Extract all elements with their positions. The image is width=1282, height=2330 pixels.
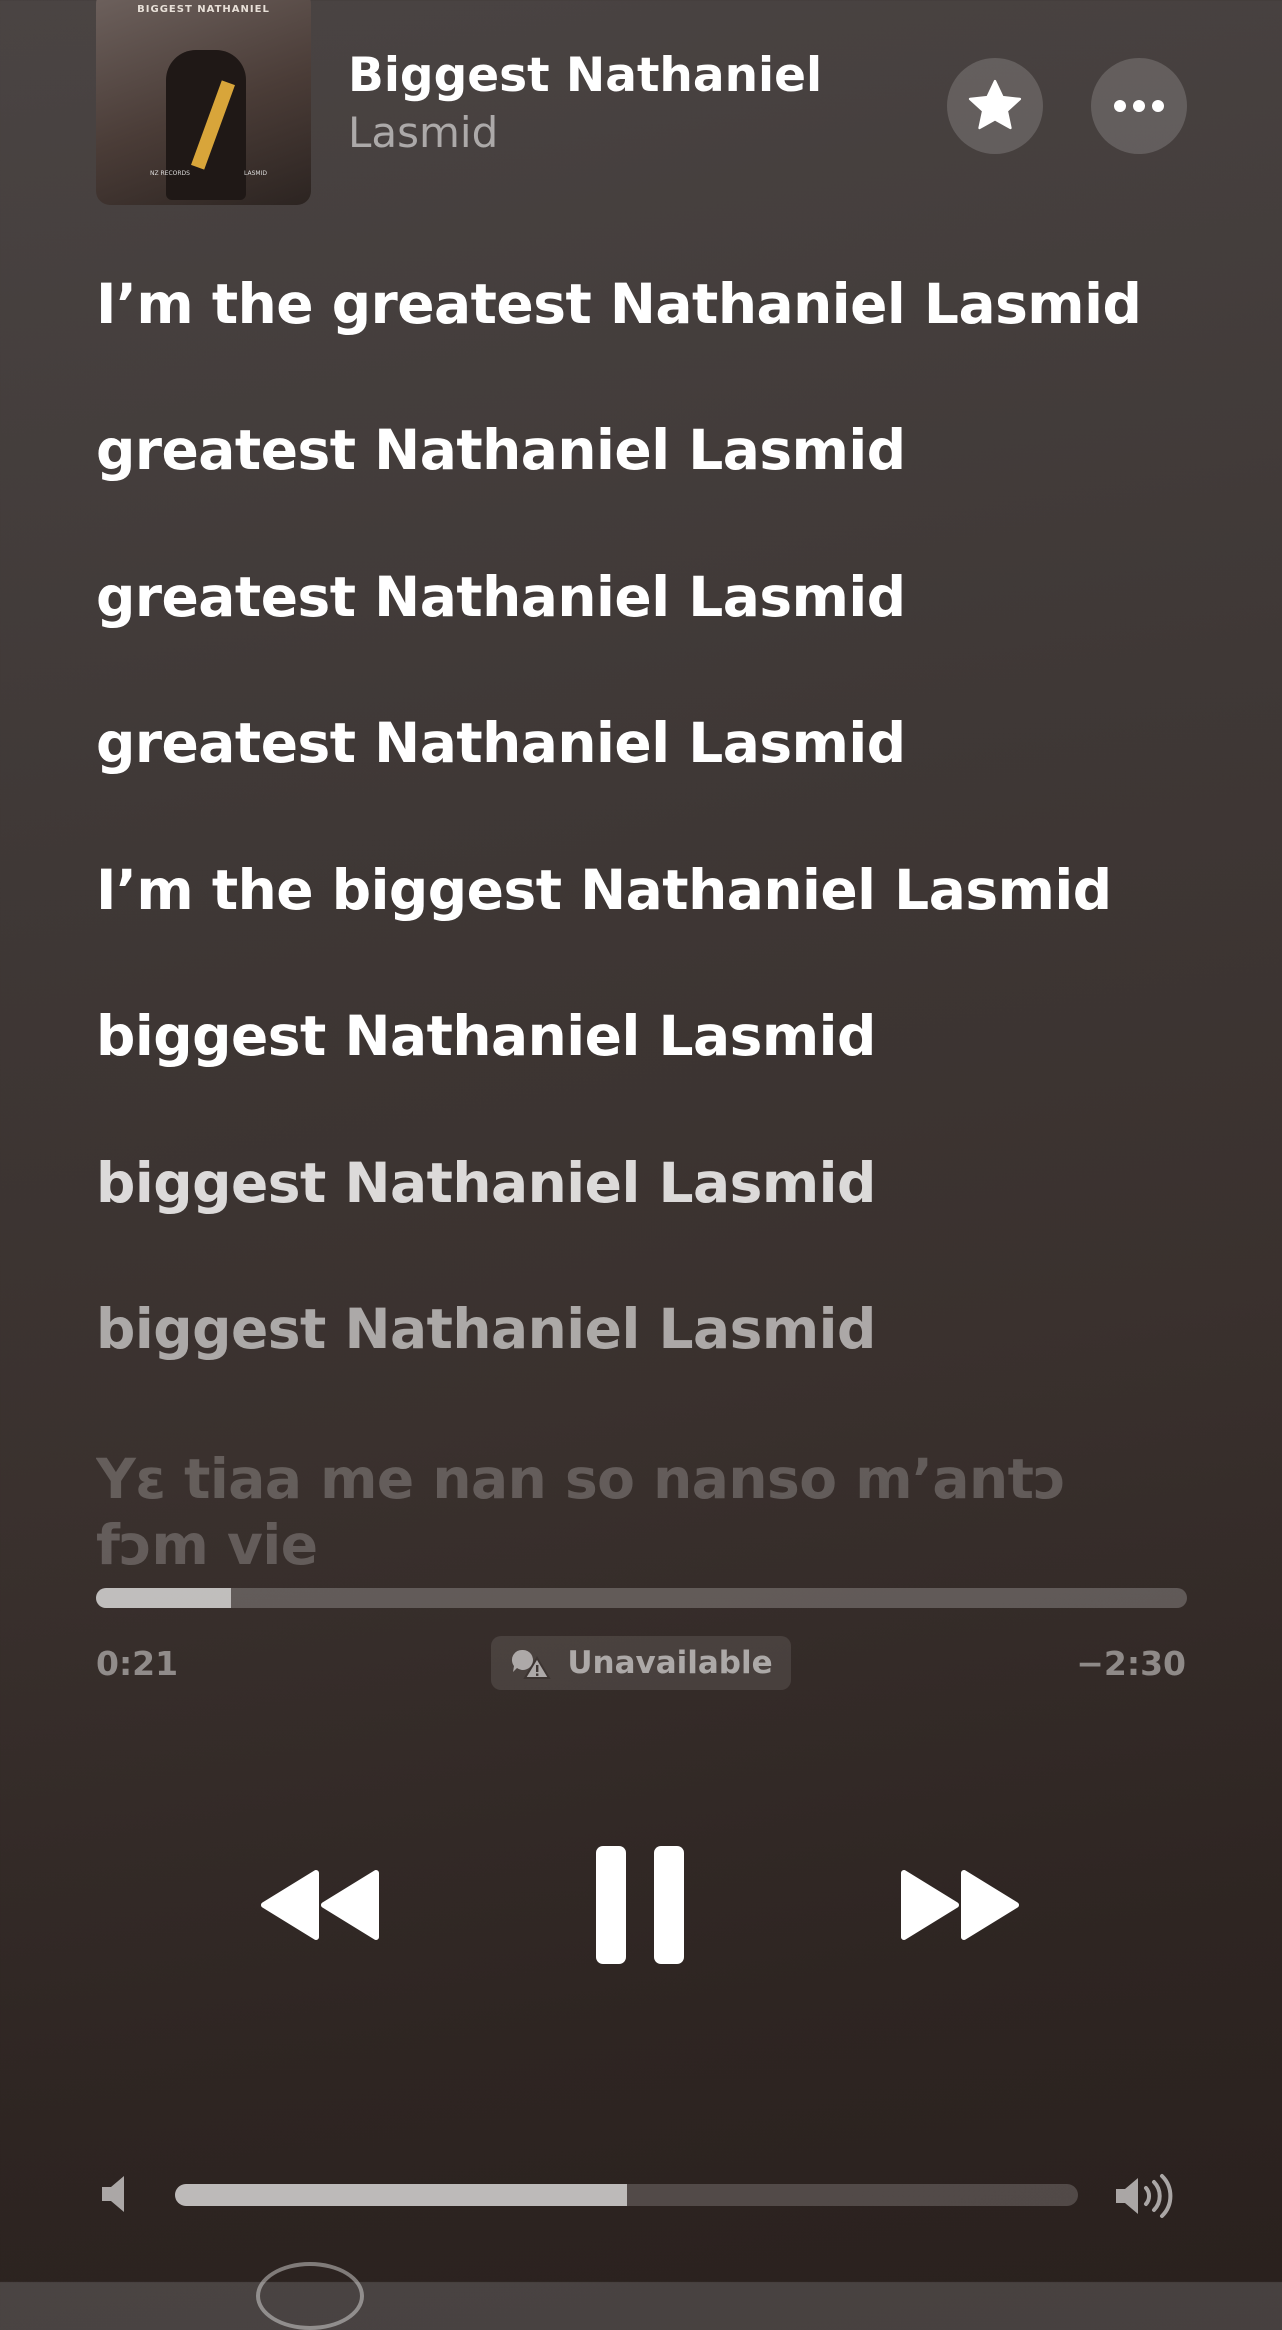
- artist-name[interactable]: Lasmid: [348, 108, 498, 157]
- playback-scrubber[interactable]: [96, 1588, 1187, 1608]
- lyric-line[interactable]: greatest Nathaniel Lasmid: [96, 418, 906, 482]
- song-title[interactable]: Biggest Nathaniel: [348, 48, 822, 103]
- pause-icon: [596, 1846, 684, 1964]
- ellipsis-icon: [1114, 100, 1164, 112]
- more-options-button[interactable]: [1091, 58, 1187, 154]
- star-icon: [968, 79, 1022, 130]
- artwork-caption: BIGGEST NATHANIEL: [137, 4, 270, 15]
- lyrics-status-badge[interactable]: Unavailable: [491, 1636, 791, 1690]
- pause-button[interactable]: [590, 1840, 690, 1970]
- lyrics-unavailable-icon: [512, 1649, 552, 1679]
- volume-level-fill: [175, 2184, 627, 2206]
- favorite-button[interactable]: [947, 58, 1043, 154]
- lyric-line[interactable]: Yɛ tiaa me nan so nanso m’antɔ fɔm vie: [96, 1446, 1196, 1576]
- previous-button[interactable]: [255, 1840, 385, 1970]
- rewind-icon: [261, 1870, 379, 1940]
- fast-forward-icon: [901, 1870, 1019, 1940]
- volume-slider[interactable]: [175, 2184, 1078, 2206]
- artwork-label-left: NZ RECORDS: [150, 170, 190, 177]
- next-button[interactable]: [895, 1840, 1025, 1970]
- lyric-line[interactable]: greatest Nathaniel Lasmid: [96, 565, 906, 629]
- lyric-line[interactable]: biggest Nathaniel Lasmid: [96, 1297, 876, 1361]
- album-artwork[interactable]: BIGGEST NATHANIEL NZ RECORDS LASMID: [96, 0, 311, 205]
- lyric-line[interactable]: greatest Nathaniel Lasmid: [96, 711, 906, 775]
- airplay-button[interactable]: [256, 2262, 364, 2330]
- lyrics-status-label: Unavailable: [567, 1645, 773, 1681]
- lyric-line[interactable]: I’m the greatest Nathaniel Lasmid: [96, 272, 1142, 336]
- lyric-line[interactable]: I’m the biggest Nathaniel Lasmid: [96, 858, 1112, 922]
- remaining-time: −2:30: [1076, 1644, 1186, 1683]
- elapsed-time: 0:21: [96, 1644, 179, 1683]
- speaker-high-icon: [1116, 2174, 1173, 2218]
- speaker-low-icon: [102, 2176, 124, 2212]
- lyric-line[interactable]: biggest Nathaniel Lasmid: [96, 1004, 876, 1068]
- lyric-line[interactable]: biggest Nathaniel Lasmid: [96, 1151, 876, 1215]
- playback-progress-fill: [96, 1588, 232, 1608]
- artwork-label-right: LASMID: [244, 170, 267, 177]
